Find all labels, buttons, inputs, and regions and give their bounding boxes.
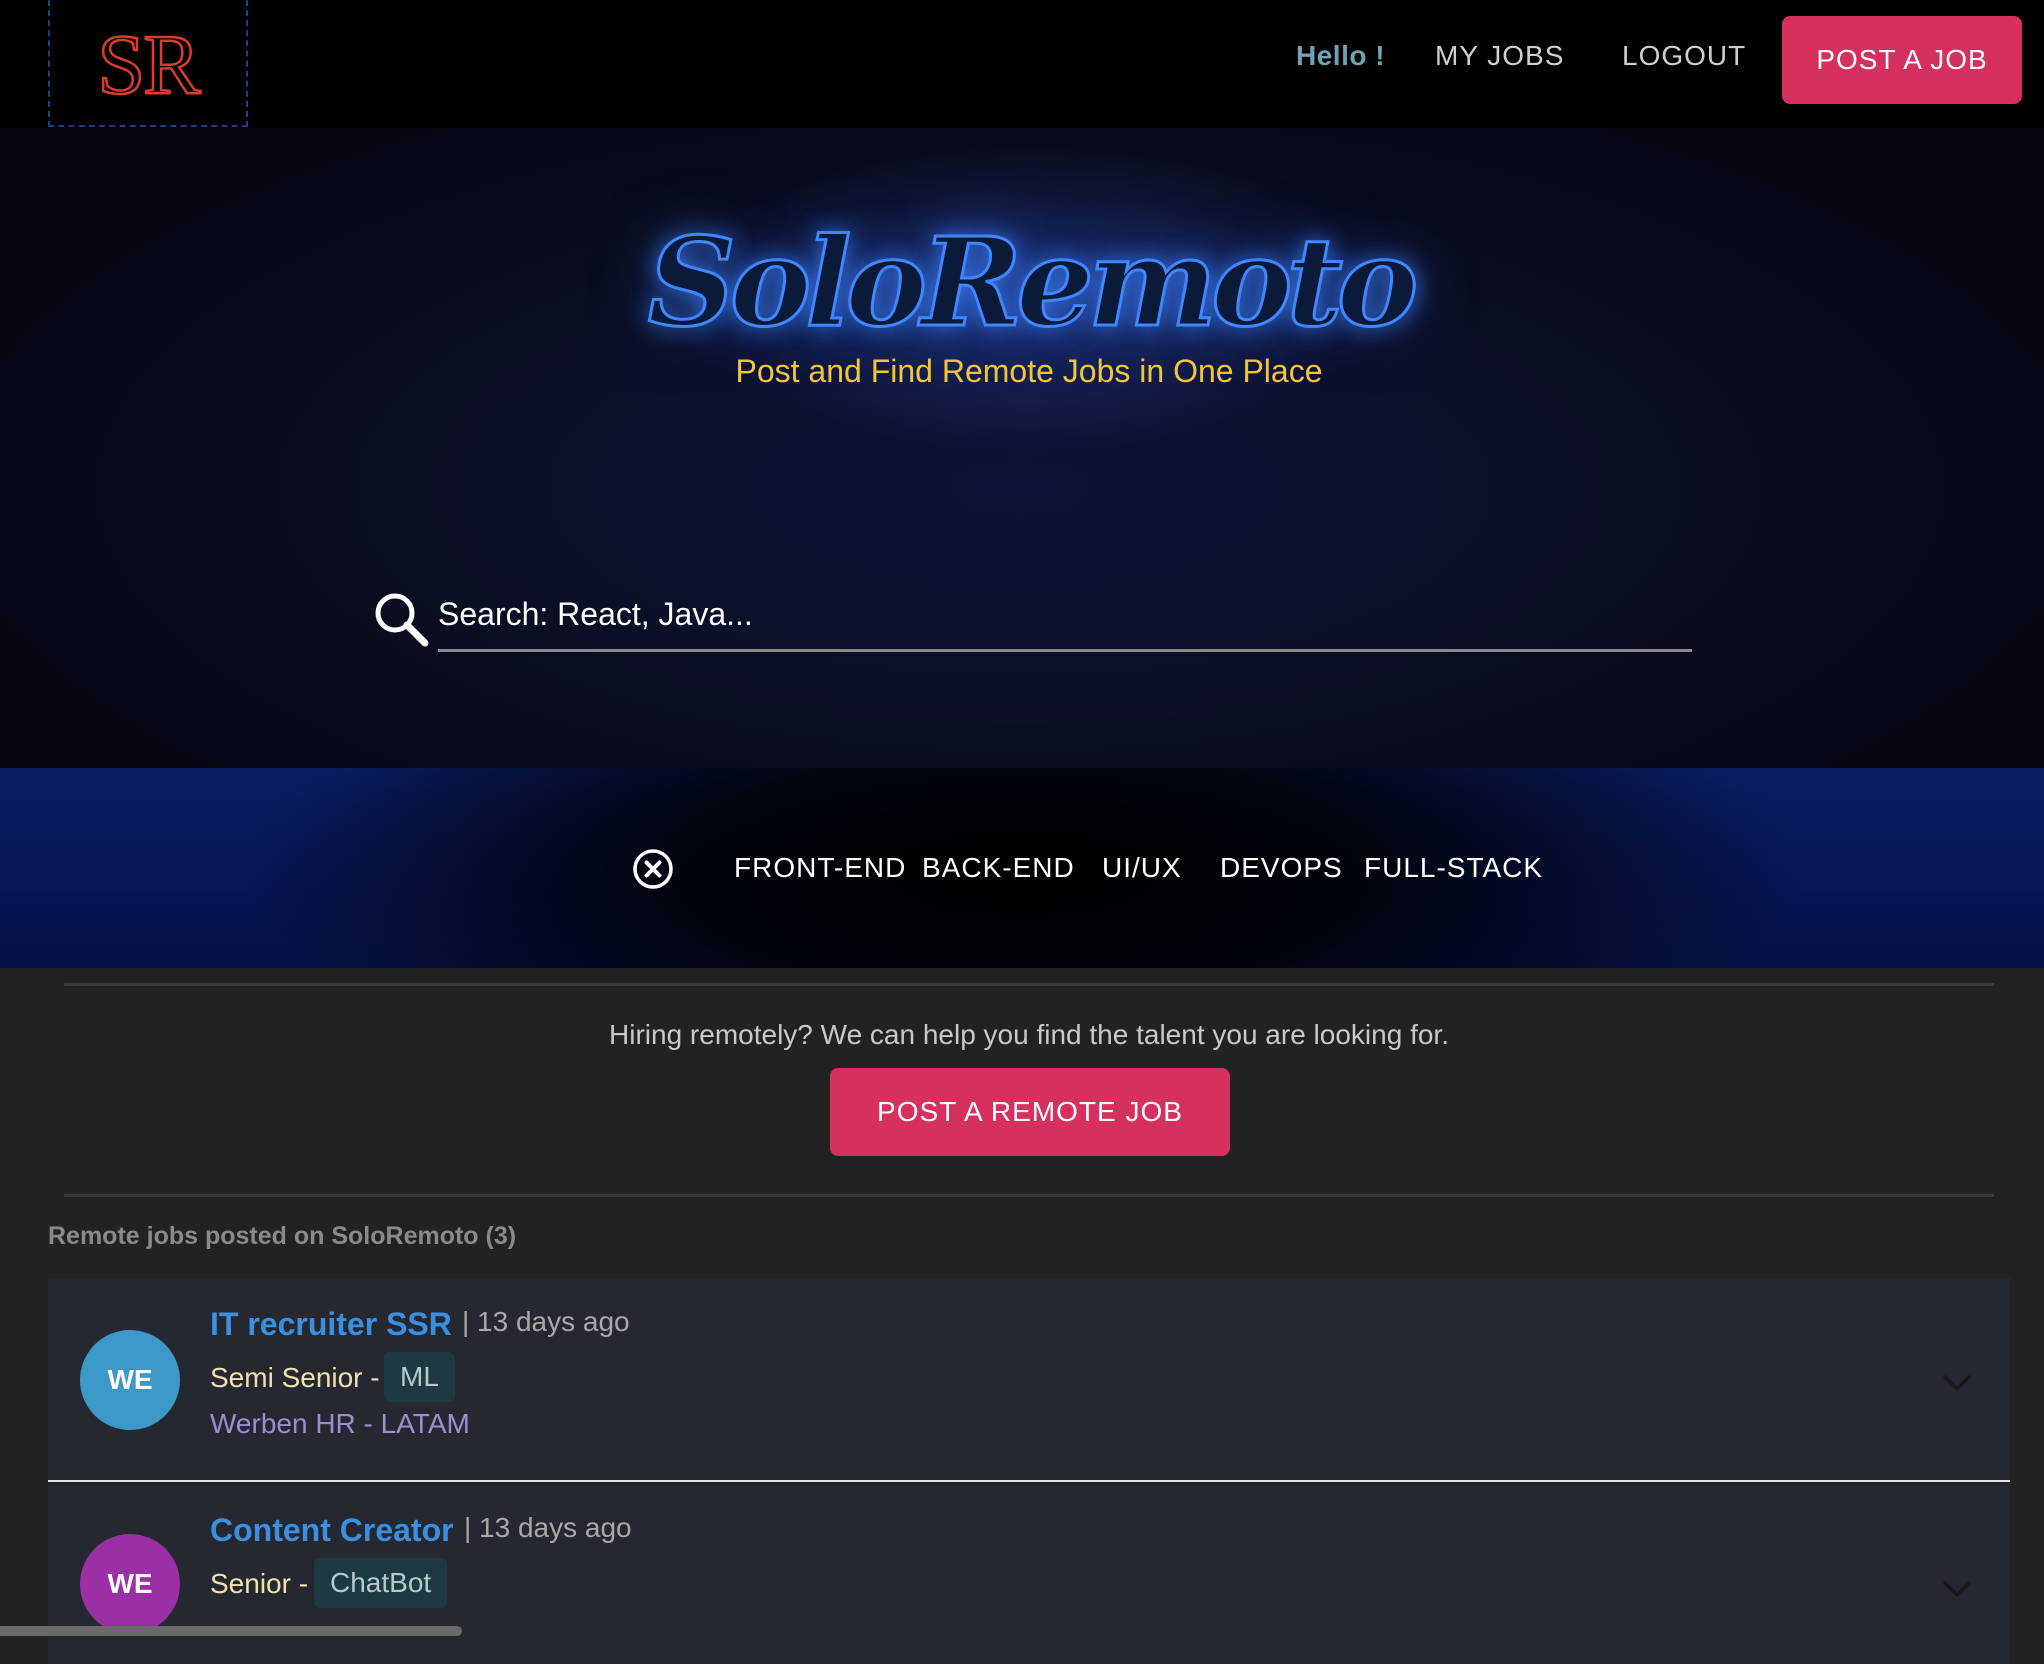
my-jobs-link[interactable]: MY JOBS: [1435, 40, 1564, 72]
job-seniority: Senior -: [210, 1568, 309, 1599]
job-seniority: Semi Senior -: [210, 1362, 380, 1393]
site-logo[interactable]: SR: [48, 0, 248, 127]
logout-link[interactable]: LOGOUT: [1622, 40, 1746, 72]
company-avatar: WE: [80, 1534, 180, 1634]
category-ui-ux[interactable]: UI/UX: [1102, 852, 1182, 884]
job-card[interactable]: WE Content Creator | 13 days ago Senior …: [48, 1484, 2010, 1664]
company-avatar: WE: [80, 1330, 180, 1430]
hiring-prompt-text: Hiring remotely? We can help you find th…: [609, 1019, 1449, 1050]
job-tag: ChatBot: [314, 1558, 448, 1608]
clear-filter-icon[interactable]: [632, 848, 674, 890]
job-company-location: Werben HR - LATAM: [210, 1408, 470, 1439]
top-navbar: SR Hello ! MY JOBS LOGOUT POST A JOB: [0, 0, 2044, 128]
horizontal-scrollbar[interactable]: [0, 1626, 462, 1636]
job-posted-age: | 13 days ago: [462, 1306, 630, 1337]
job-card[interactable]: WE IT recruiter SSR | 13 days ago Semi S…: [48, 1278, 2010, 1482]
user-greeting: Hello !: [1296, 40, 1386, 71]
hero-subtitle: Post and Find Remote Jobs in One Place: [735, 353, 1323, 389]
search-input[interactable]: [438, 580, 1692, 652]
section-divider: [64, 983, 1994, 986]
category-front-end[interactable]: FRONT-END: [734, 852, 906, 884]
logo-text: SR: [96, 15, 202, 112]
category-devops[interactable]: DEVOPS: [1220, 852, 1343, 884]
search-icon: [375, 593, 429, 647]
chevron-down-icon[interactable]: [1940, 1578, 1974, 1600]
job-tag: ML: [384, 1352, 455, 1402]
job-posted-age: | 13 days ago: [464, 1512, 632, 1543]
category-filter-bar: FRONT-END BACK-END UI/UX DEVOPS FULL-STA…: [0, 768, 2044, 968]
job-title[interactable]: IT recruiter SSR: [210, 1306, 452, 1343]
hero-section: SoloRemoto Post and Find Remote Jobs in …: [0, 128, 2044, 768]
category-full-stack[interactable]: FULL-STACK: [1364, 852, 1543, 884]
chevron-down-icon[interactable]: [1940, 1372, 1974, 1394]
section-divider: [64, 1194, 1994, 1197]
post-remote-job-button[interactable]: POST A REMOTE JOB: [830, 1068, 1230, 1156]
post-job-button[interactable]: POST A JOB: [1782, 16, 2022, 104]
jobs-count-heading: Remote jobs posted on SoloRemoto (3): [48, 1222, 517, 1250]
job-title[interactable]: Content Creator: [210, 1512, 454, 1549]
category-back-end[interactable]: BACK-END: [922, 852, 1075, 884]
hero-title: SoloRemoto: [646, 209, 1419, 356]
